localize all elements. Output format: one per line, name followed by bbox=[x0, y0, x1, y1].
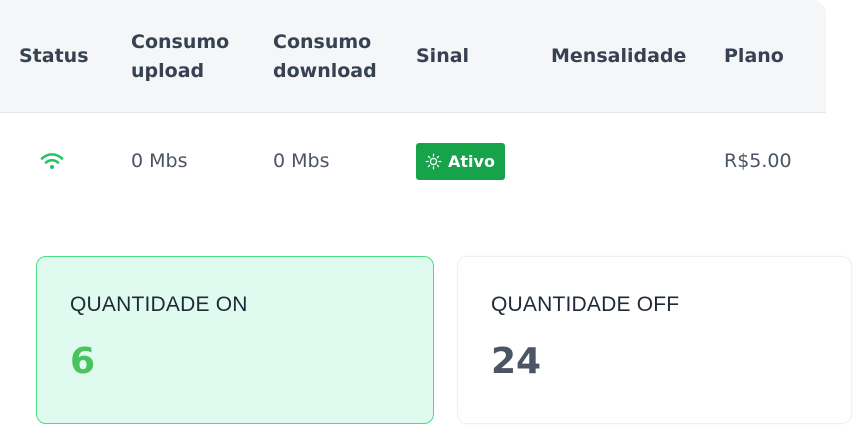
quantidade-off-card: QUANTIDADE OFF 24 bbox=[457, 256, 852, 424]
header-plano: Plano bbox=[724, 45, 784, 67]
quantidade-on-card: QUANTIDADE ON 6 bbox=[36, 256, 434, 424]
header-mensalidade: Mensalidade bbox=[551, 45, 687, 67]
upload-cell: 0 Mbs bbox=[131, 150, 188, 172]
header-consumo-download-line1: Consumo bbox=[273, 30, 372, 53]
quantidade-on-label: QUANTIDADE ON bbox=[70, 293, 248, 316]
quantidade-off-label: QUANTIDADE OFF bbox=[491, 293, 680, 316]
wifi-icon bbox=[40, 153, 64, 169]
header-status: Status bbox=[19, 45, 89, 67]
status-badge: Ativo bbox=[416, 142, 505, 180]
header-sinal: Sinal bbox=[416, 45, 470, 67]
header-consumo-download: Consumo download bbox=[273, 0, 377, 113]
devices-table: Status Consumo upload Consumo download S… bbox=[0, 0, 826, 215]
quantidade-off-value: 24 bbox=[491, 341, 542, 382]
sinal-cell: Ativo bbox=[416, 113, 505, 209]
download-cell: 0 Mbs bbox=[273, 150, 330, 172]
header-consumo-upload-line1: Consumo bbox=[131, 30, 230, 53]
plano-cell: R$5.00 bbox=[724, 150, 792, 172]
header-consumo-upload-line2: upload bbox=[131, 59, 205, 82]
quantidade-on-value: 6 bbox=[70, 341, 96, 382]
table-header: Status Consumo upload Consumo download S… bbox=[0, 0, 826, 113]
header-consumo-download-line2: download bbox=[273, 59, 377, 82]
status-cell bbox=[40, 113, 64, 209]
header-consumo-upload: Consumo upload bbox=[131, 0, 229, 113]
status-badge-label: Ativo bbox=[448, 151, 495, 171]
sun-icon bbox=[425, 153, 442, 169]
